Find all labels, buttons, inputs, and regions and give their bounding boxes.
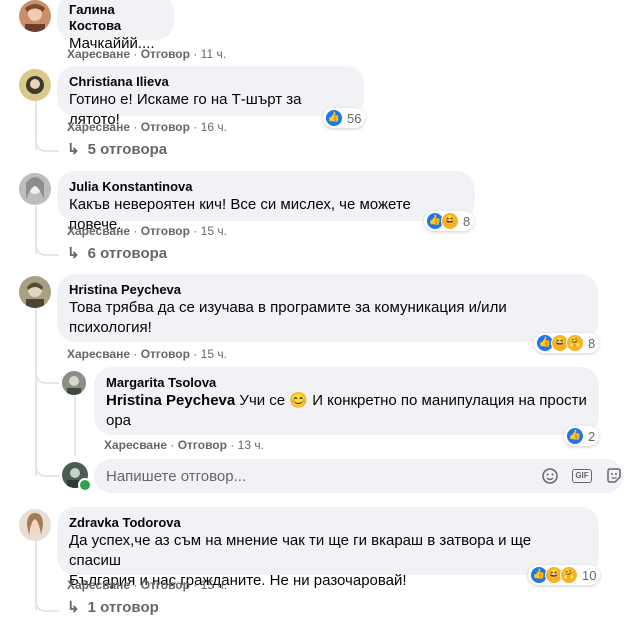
separator: · xyxy=(133,224,138,238)
thread-line xyxy=(74,396,76,456)
comment-text: психология! xyxy=(69,319,152,336)
comment-bubble: Hristina Peycheva Това трябва да се изуч… xyxy=(57,274,598,342)
separator: · xyxy=(133,578,138,592)
separator: · xyxy=(133,47,138,61)
care-reaction-icon: 🤗 xyxy=(560,566,578,584)
avatar[interactable] xyxy=(19,0,51,32)
comment-bubble: Christiana Ilieva Готино е! Искаме го на… xyxy=(57,66,364,128)
reply-arrow-icon: ↳ xyxy=(67,245,80,262)
avatar[interactable] xyxy=(62,371,86,395)
reaction-summary[interactable]: 👍 2 xyxy=(564,426,600,446)
view-replies-link[interactable]: ↳ 5 отговора xyxy=(67,140,167,160)
avatar[interactable] xyxy=(19,173,51,205)
gif-icon[interactable]: GIF xyxy=(571,465,593,487)
reply-link[interactable]: Отговор xyxy=(141,347,190,361)
sticker-icon[interactable] xyxy=(603,465,625,487)
separator: · xyxy=(133,120,138,134)
thread-branch xyxy=(35,130,59,152)
reply-author[interactable]: Margarita Tsolova xyxy=(106,375,587,391)
separator: · xyxy=(133,347,138,361)
reaction-summary[interactable]: 👍 😆 8 xyxy=(424,211,475,231)
comment-actions: Харесване · Отговор · 15 ч. xyxy=(67,223,227,239)
reply-link[interactable]: Отговор xyxy=(178,438,227,452)
like-link[interactable]: Харесване xyxy=(104,438,167,452)
comment-actions: Харесване · Отговор · 15 ч. xyxy=(67,577,227,593)
view-replies-link[interactable]: ↳ 6 отговора xyxy=(67,244,167,264)
reaction-count: 10 xyxy=(582,567,597,583)
separator: · xyxy=(193,347,198,361)
reply-actions: Харесване · Отговор · 13 ч. xyxy=(104,437,264,453)
separator: · xyxy=(170,438,175,452)
comment-author[interactable]: Hristina Peycheva xyxy=(69,282,586,298)
view-replies-link[interactable]: ↳ 1 отговор xyxy=(67,598,159,618)
replies-count: 6 отговора xyxy=(87,245,168,262)
reply-text: Hristina Peycheva Учи се 😊 И конкретно п… xyxy=(106,392,587,409)
timestamp[interactable]: 15 ч. xyxy=(201,347,227,361)
timestamp[interactable]: 16 ч. xyxy=(201,120,227,134)
comment-bubble: Галина Костова Мачкаййй.... xyxy=(57,0,174,52)
haha-reaction-icon: 😆 xyxy=(441,212,459,230)
separator: · xyxy=(193,120,198,134)
separator: · xyxy=(193,224,198,238)
reply-arrow-icon: ↳ xyxy=(67,599,80,616)
timestamp[interactable]: 15 ч. xyxy=(201,578,227,592)
reply-text: ора xyxy=(106,412,132,429)
reply-link[interactable]: Отговор xyxy=(141,47,190,61)
comment-actions: Харесване · Отговор · 11 ч. xyxy=(67,46,226,62)
reaction-count: 56 xyxy=(347,110,362,126)
comment-actions: Харесване · Отговор · 15 ч. xyxy=(67,346,227,362)
reply-input-tools: GIF xyxy=(539,465,625,487)
reply-link[interactable]: Отговор xyxy=(141,578,190,592)
reply-link[interactable]: Отговор xyxy=(141,224,190,238)
like-link[interactable]: Харесване xyxy=(67,224,130,238)
comment-author[interactable]: Галина Костова xyxy=(69,2,162,34)
timestamp[interactable]: 15 ч. xyxy=(201,224,227,238)
comment-bubble: Zdravka Todorova Да успех,че аз съм на м… xyxy=(57,507,599,589)
mention-tag[interactable]: Hristina Peycheva xyxy=(106,392,235,409)
separator: · xyxy=(230,438,235,452)
thread-branch xyxy=(35,234,59,256)
like-reaction-icon: 👍 xyxy=(325,109,343,127)
reply-input-placeholder: Напишете отговор... xyxy=(106,467,247,485)
thread-branch xyxy=(35,455,59,477)
comment-text: Това трябва да се изучава в програмите з… xyxy=(69,299,507,316)
avatar[interactable] xyxy=(19,276,51,308)
reply-arrow-icon: ↳ xyxy=(67,141,80,158)
avatar[interactable] xyxy=(19,69,51,101)
thread-branch xyxy=(35,590,59,612)
replies-count: 5 отговора xyxy=(87,141,168,158)
like-link[interactable]: Харесване xyxy=(67,47,130,61)
avatar[interactable] xyxy=(19,509,51,541)
separator: · xyxy=(193,47,198,61)
thread-branch xyxy=(35,360,59,384)
like-link[interactable]: Харесване xyxy=(67,578,130,592)
timestamp[interactable]: 11 ч. xyxy=(201,47,226,61)
comment-text: Да успех,че аз съм на мнение чак ти ще г… xyxy=(69,532,532,569)
online-indicator xyxy=(78,478,92,492)
reaction-summary[interactable]: 👍 😆 🤗 8 xyxy=(534,333,600,353)
replies-count: 1 отговор xyxy=(87,599,159,616)
smile-icon[interactable] xyxy=(539,465,561,487)
comment-author[interactable]: Zdravka Todorova xyxy=(69,515,587,531)
comment-author[interactable]: Christiana Ilieva xyxy=(69,74,352,90)
timestamp[interactable]: 13 ч. xyxy=(238,438,264,452)
smile-emoji: 😊 xyxy=(289,392,309,409)
care-reaction-icon: 🤗 xyxy=(566,334,584,352)
reaction-count: 8 xyxy=(463,213,471,229)
reaction-summary[interactable]: 👍 56 xyxy=(323,108,366,128)
comment-author[interactable]: Julia Konstantinova xyxy=(69,179,463,195)
reaction-count: 2 xyxy=(588,428,596,444)
separator: · xyxy=(193,578,198,592)
comment-actions: Харесване · Отговор · 16 ч. xyxy=(67,119,227,135)
reply-bubble: Margarita Tsolova Hristina Peycheva Учи … xyxy=(94,367,599,435)
comment-bubble: Julia Konstantinova Какъв невероятен кич… xyxy=(57,171,475,233)
reply-link[interactable]: Отговор xyxy=(141,120,190,134)
reaction-count: 8 xyxy=(588,335,596,351)
reaction-summary[interactable]: 👍 😆 🤗 10 xyxy=(528,565,601,585)
like-reaction-icon: 👍 xyxy=(566,427,584,445)
like-link[interactable]: Харесване xyxy=(67,347,130,361)
thread-line xyxy=(35,306,37,476)
like-link[interactable]: Харесване xyxy=(67,120,130,134)
